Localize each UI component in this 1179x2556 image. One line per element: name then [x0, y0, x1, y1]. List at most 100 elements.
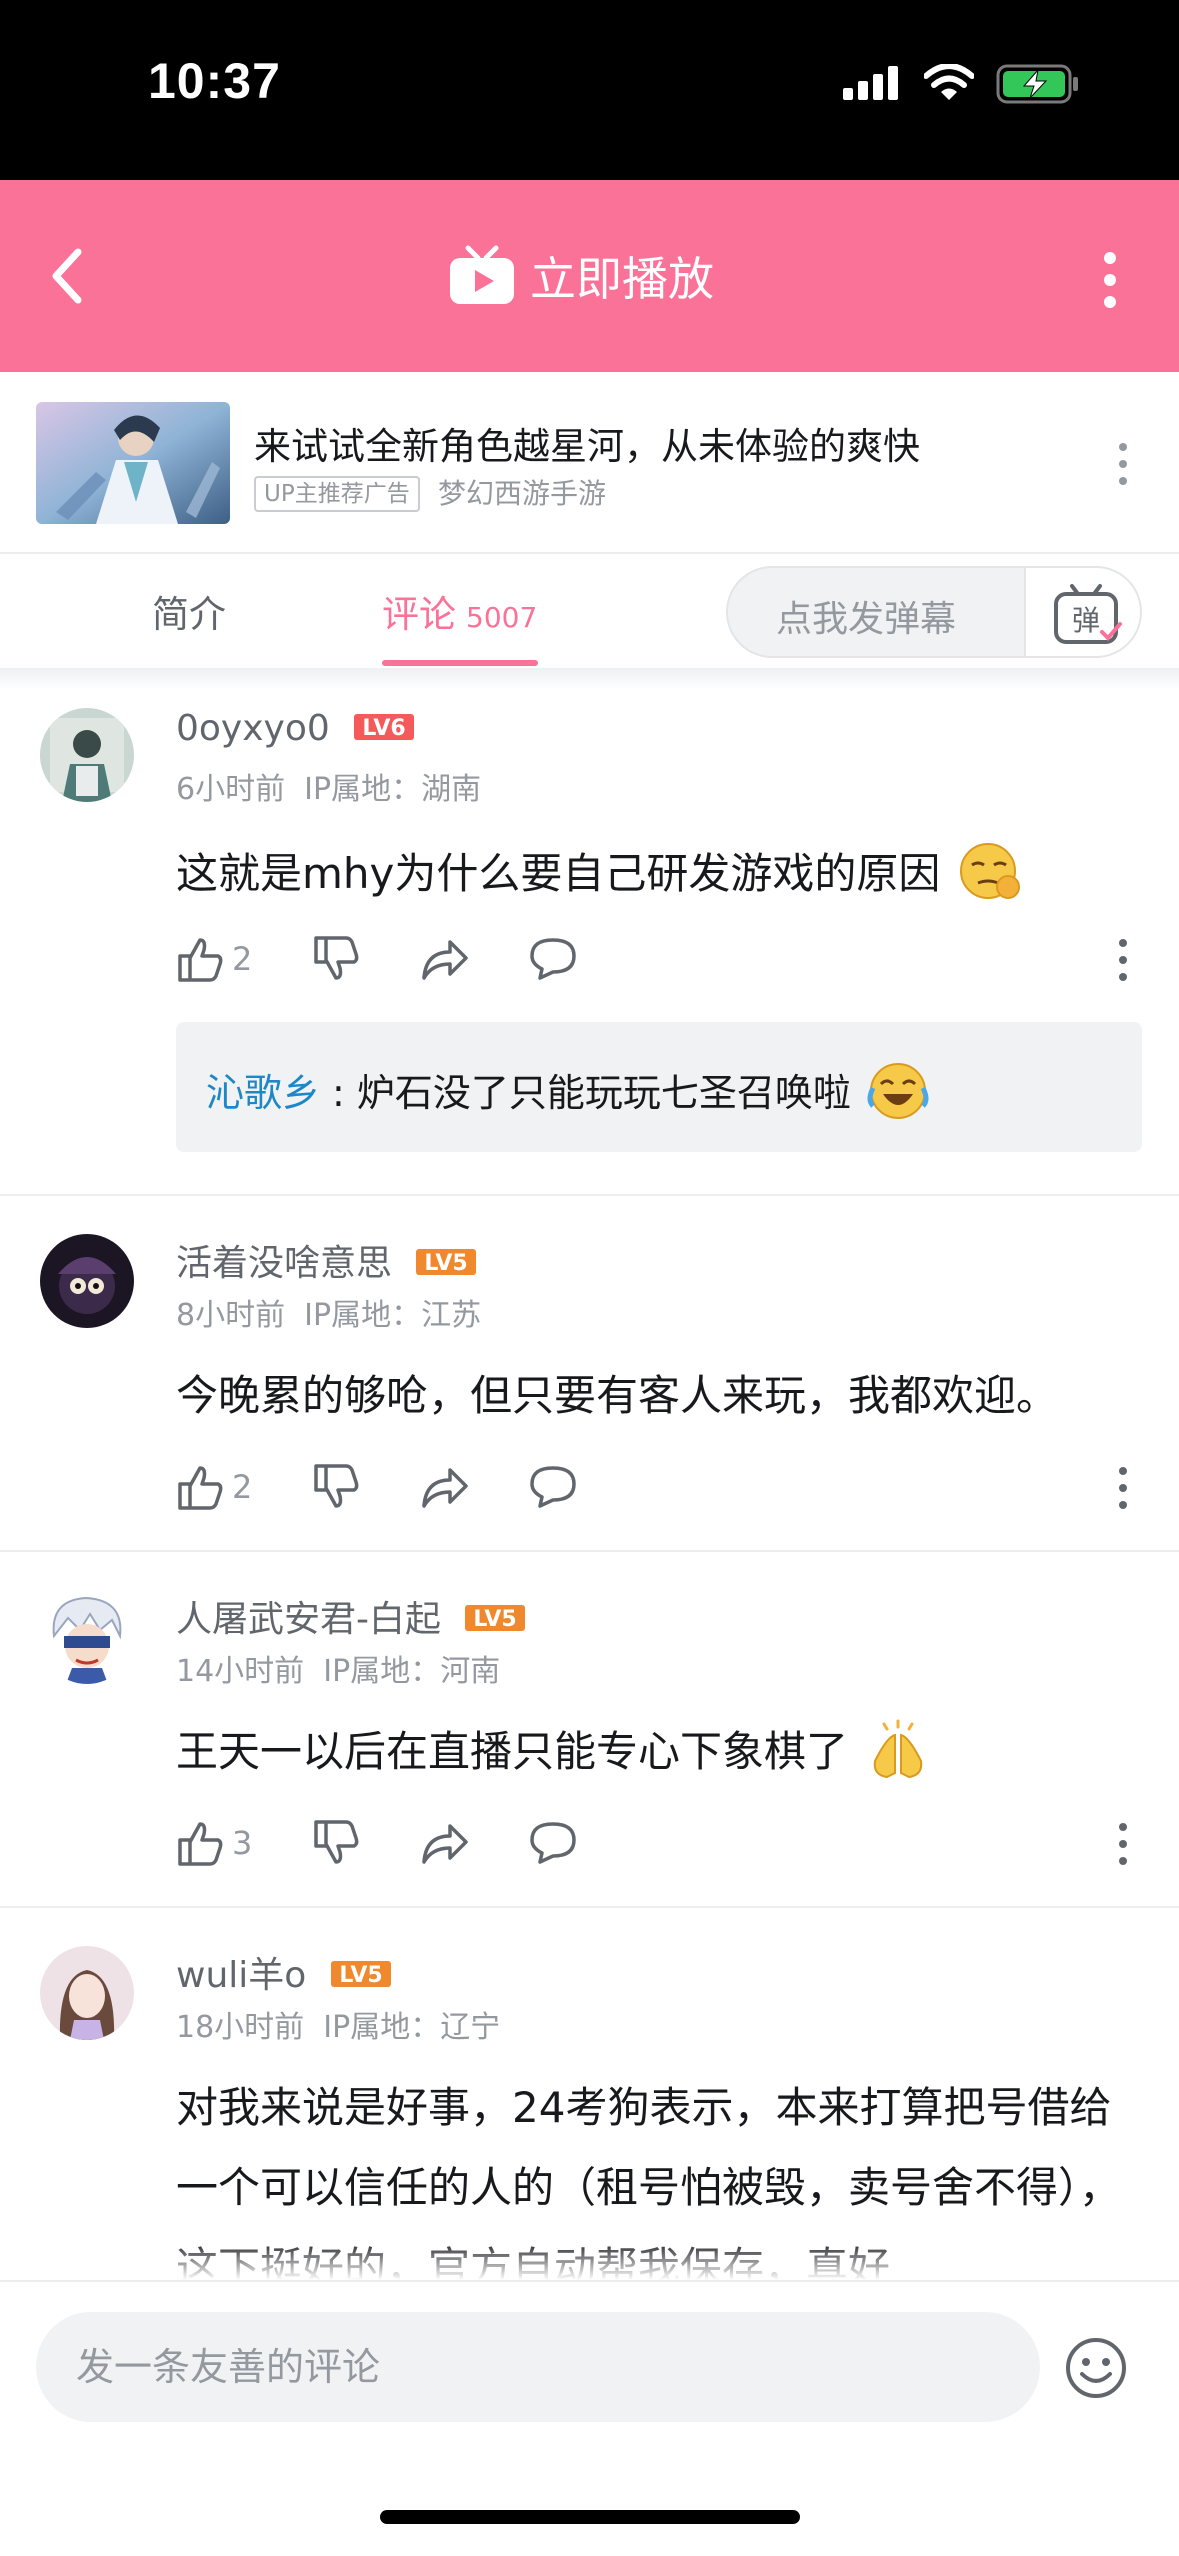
status-time: 10:37	[148, 53, 281, 109]
back-button[interactable]	[48, 246, 88, 306]
tab-shadow	[0, 668, 1179, 690]
comment-content: 王天一以后在直播只能专心下象棋了	[176, 1718, 931, 1783]
comment-more-icon[interactable]	[1116, 1822, 1130, 1866]
tab-intro[interactable]: 简介	[152, 584, 226, 638]
reply-username[interactable]: 沁歌乡	[206, 1062, 320, 1117]
reply-icon[interactable]	[528, 1820, 578, 1866]
comment-meta: 6小时前 IP属地：湖南	[176, 764, 481, 808]
tab-comments-count: 5007	[466, 601, 538, 634]
comment-meta: 8小时前 IP属地：江苏	[176, 1290, 481, 1334]
like-icon[interactable]	[176, 936, 224, 982]
like-count: 2	[232, 940, 253, 978]
danmaku-input[interactable]: 点我发弹幕 弹	[726, 566, 1142, 658]
comment-time: 18小时前	[176, 2010, 305, 2045]
dislike-icon[interactable]	[312, 1820, 360, 1866]
like-icon[interactable]	[176, 1820, 224, 1866]
share-icon[interactable]	[420, 1820, 470, 1866]
comment-text: 王天一以后在直播只能专心下象棋了	[176, 1727, 849, 1776]
list-fade	[0, 2240, 1179, 2280]
danmaku-icon: 弹	[1054, 584, 1122, 644]
tab-active-underline	[382, 660, 538, 666]
ad-banner[interactable]: 来试试全新角色越星河，从未体验的爽快 UP主推荐广告 梦幻西游手游	[0, 372, 1179, 552]
dislike-icon[interactable]	[312, 936, 360, 982]
svg-text:LV5: LV5	[425, 1251, 468, 1276]
level-badge: LV5	[416, 1249, 477, 1276]
dislike-icon[interactable]	[312, 1464, 360, 1510]
danmaku-toggle-button[interactable]: 弹	[1024, 568, 1140, 656]
like-icon[interactable]	[176, 1464, 224, 1510]
comment-ip: IP属地：湖南	[304, 772, 482, 807]
avatar[interactable]	[40, 1946, 134, 2040]
play-now-button[interactable]: 立即播放	[448, 244, 714, 308]
comment-input[interactable]: 发一条友善的评论	[36, 2312, 1040, 2422]
reply-icon[interactable]	[528, 936, 578, 982]
comment-actions: 2	[176, 1464, 1136, 1514]
ad-source: 梦幻西游手游	[438, 477, 607, 510]
comment-divider	[0, 1550, 1179, 1552]
comment-ip: IP属地：辽宁	[323, 2010, 501, 2045]
level-badge: LV5	[465, 1605, 526, 1632]
comment-ip: IP属地：江苏	[304, 1298, 482, 1333]
comment-item: 人屠武安君-白起 LV5 14小时前 IP属地：河南 王天一以后在直播只能专心下…	[0, 1584, 1179, 1906]
reply-icon[interactable]	[528, 1464, 578, 1510]
comment-divider	[0, 1906, 1179, 1908]
emoji-picker-icon[interactable]	[1064, 2336, 1128, 2400]
battery-charging-icon	[996, 64, 1078, 104]
home-indicator[interactable]	[380, 2510, 800, 2524]
comment-item: 活着没啥意思 LV5 8小时前 IP属地：江苏 今晚累的够呛，但只要有客人来玩，…	[0, 1228, 1179, 1550]
username-text: 0oyxyo0	[176, 708, 330, 749]
comment-time: 14小时前	[176, 1654, 305, 1689]
comment-content: 今晚累的够呛，但只要有客人来玩，我都欢迎。	[176, 1362, 1058, 1423]
reply-preview[interactable]: 沁歌乡 : 炉石没了只能玩玩七圣召唤啦	[176, 1022, 1142, 1152]
share-icon[interactable]	[420, 1464, 470, 1510]
comment-ip: IP属地：河南	[323, 1654, 501, 1689]
status-bar: 10:37	[0, 0, 1179, 180]
level-badge: LV6	[354, 714, 415, 741]
comment-meta: 14小时前 IP属地：河南	[176, 1646, 500, 1690]
avatar[interactable]	[40, 1234, 134, 1328]
comment-text: 这就是mhy为什么要自己研发游戏的原因	[176, 849, 941, 898]
like-count: 3	[232, 1824, 253, 1862]
like-count: 2	[232, 1468, 253, 1506]
avatar[interactable]	[40, 1590, 134, 1684]
reply-text-content: : 炉石没了只能玩玩七圣召唤啦	[332, 1071, 851, 1115]
reply-text: : 炉石没了只能玩玩七圣召唤啦	[332, 1062, 929, 1122]
comment-username[interactable]: 人屠武安君-白起 LV5	[176, 1590, 526, 1642]
laugh-cry-emoji-icon	[867, 1062, 929, 1119]
comment-username[interactable]: 活着没啥意思 LV5	[176, 1234, 477, 1286]
comment-username[interactable]: wuli羊o LV5	[176, 1946, 392, 1998]
svg-text:LV5: LV5	[474, 1607, 517, 1632]
video-header: 立即播放	[0, 180, 1179, 372]
avatar[interactable]	[40, 708, 134, 802]
comment-divider	[0, 1194, 1179, 1196]
wifi-icon	[924, 64, 974, 100]
comment-username[interactable]: 0oyxyo0 LV6	[176, 708, 415, 749]
cellular-signal-icon	[843, 66, 898, 100]
comment-time: 6小时前	[176, 772, 286, 807]
tv-play-icon	[450, 245, 514, 304]
more-options-icon[interactable]	[1100, 250, 1120, 310]
danmaku-placeholder: 点我发弹幕	[776, 599, 957, 640]
ad-thumbnail[interactable]	[36, 402, 230, 524]
tab-comments[interactable]: 评论 5007	[382, 584, 537, 638]
svg-text:弹: 弹	[1072, 604, 1100, 637]
comment-item: 0oyxyo0 LV6 6小时前 IP属地：湖南 这就是mhy为什么要自己研发游…	[0, 700, 1179, 1194]
comment-more-icon[interactable]	[1116, 1466, 1130, 1510]
play-now-label: 立即播放	[530, 252, 714, 306]
comment-meta: 18小时前 IP属地：辽宁	[176, 2002, 500, 2046]
share-icon[interactable]	[420, 936, 470, 982]
svg-text:LV6: LV6	[363, 716, 406, 741]
level-badge: LV5	[330, 1961, 391, 1988]
ad-badge: UP主推荐广告	[254, 476, 420, 512]
smug-face-emoji-icon	[959, 842, 1020, 899]
comment-more-icon[interactable]	[1116, 938, 1130, 982]
username-text: 活着没啥意思	[176, 1243, 393, 1284]
tab-comments-label: 评论	[382, 593, 456, 636]
comment-text: 今晚累的够呛，但只要有客人来玩，我都欢迎。	[176, 1371, 1059, 1420]
praying-hands-emoji-icon	[874, 1719, 923, 1778]
comment-content: 这就是mhy为什么要自己研发游戏的原因	[176, 840, 1024, 905]
comment-actions: 2	[176, 936, 1136, 986]
comment-time: 8小时前	[176, 1298, 286, 1333]
ad-more-icon[interactable]	[1116, 442, 1130, 486]
ad-title: 来试试全新角色越星河，从未体验的爽快	[254, 425, 920, 468]
